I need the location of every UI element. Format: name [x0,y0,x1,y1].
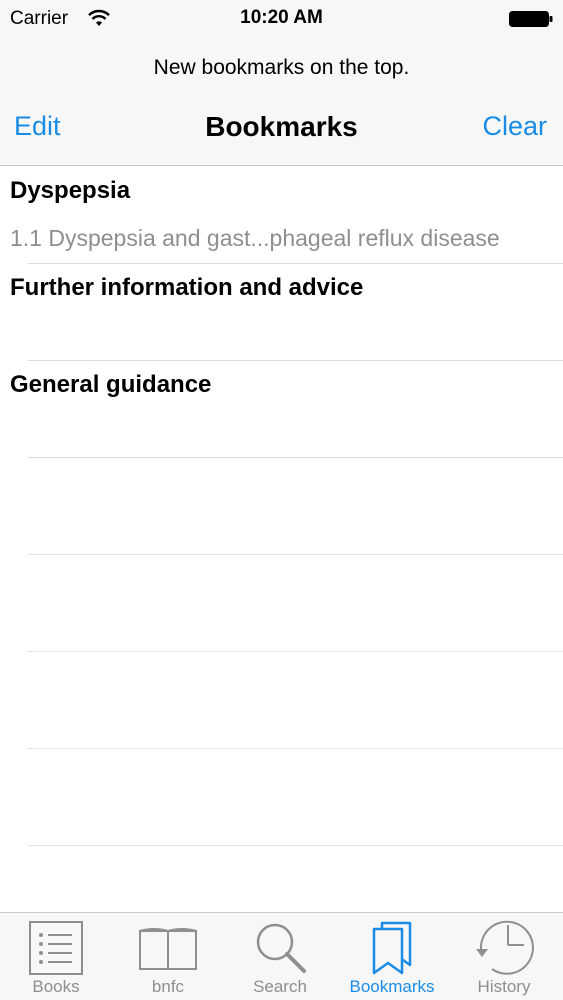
status-time: 10:20 AM [240,7,323,28]
navigation-bar: Edit Bookmarks Clear [0,96,563,166]
bookmark-heading: General guidance [10,371,212,398]
bookmark-heading: Dyspepsia [10,177,131,204]
tab-label: bnfc [151,977,185,996]
tab-label: Bookmarks [349,977,435,996]
empty-row [0,555,563,652]
clear-button[interactable]: Clear [482,111,547,142]
tab-search[interactable]: Search [224,913,336,1000]
bookmark-row-general-guidance[interactable]: General guidance [0,361,563,458]
tab-books[interactable]: Books [0,913,112,1000]
tab-label: Search [253,977,307,996]
bookmark-subtitle: 1.1 Dyspepsia and gast...phageal reflux … [10,225,500,251]
tab-bookmarks[interactable]: Bookmarks [336,913,448,1000]
tab-history[interactable]: History [448,913,560,1000]
bookmarks-list: Dyspepsia 1.1 Dyspepsia and gast...phage… [0,167,563,912]
row-separator [28,845,563,846]
list-icon [29,921,83,975]
bookmark-row-dyspepsia[interactable]: Dyspepsia 1.1 Dyspepsia and gast...phage… [0,167,563,264]
prompt-bar: New bookmarks on the top. [0,40,563,96]
empty-row [0,652,563,749]
clock-history-icon [476,920,534,975]
prompt-text: New bookmarks on the top. [153,56,410,79]
empty-row [0,458,563,555]
tab-bnfc[interactable]: bnfc [112,913,224,1000]
status-bar: Carrier 10:20 AM [0,0,563,40]
tab-bar: Books bnfc Search Bookmarks History [0,912,563,1000]
open-book-icon [139,928,197,970]
empty-row [0,749,563,846]
tab-label: Books [32,977,80,996]
tab-label: History [477,977,531,996]
bookmarks-icon [372,921,412,975]
bookmark-heading: Further information and advice [10,274,364,301]
battery-icon [509,11,553,27]
bookmark-row-further-information[interactable]: Further information and advice [0,264,563,361]
magnifier-icon [256,923,306,973]
page-title: Bookmarks [205,111,358,142]
